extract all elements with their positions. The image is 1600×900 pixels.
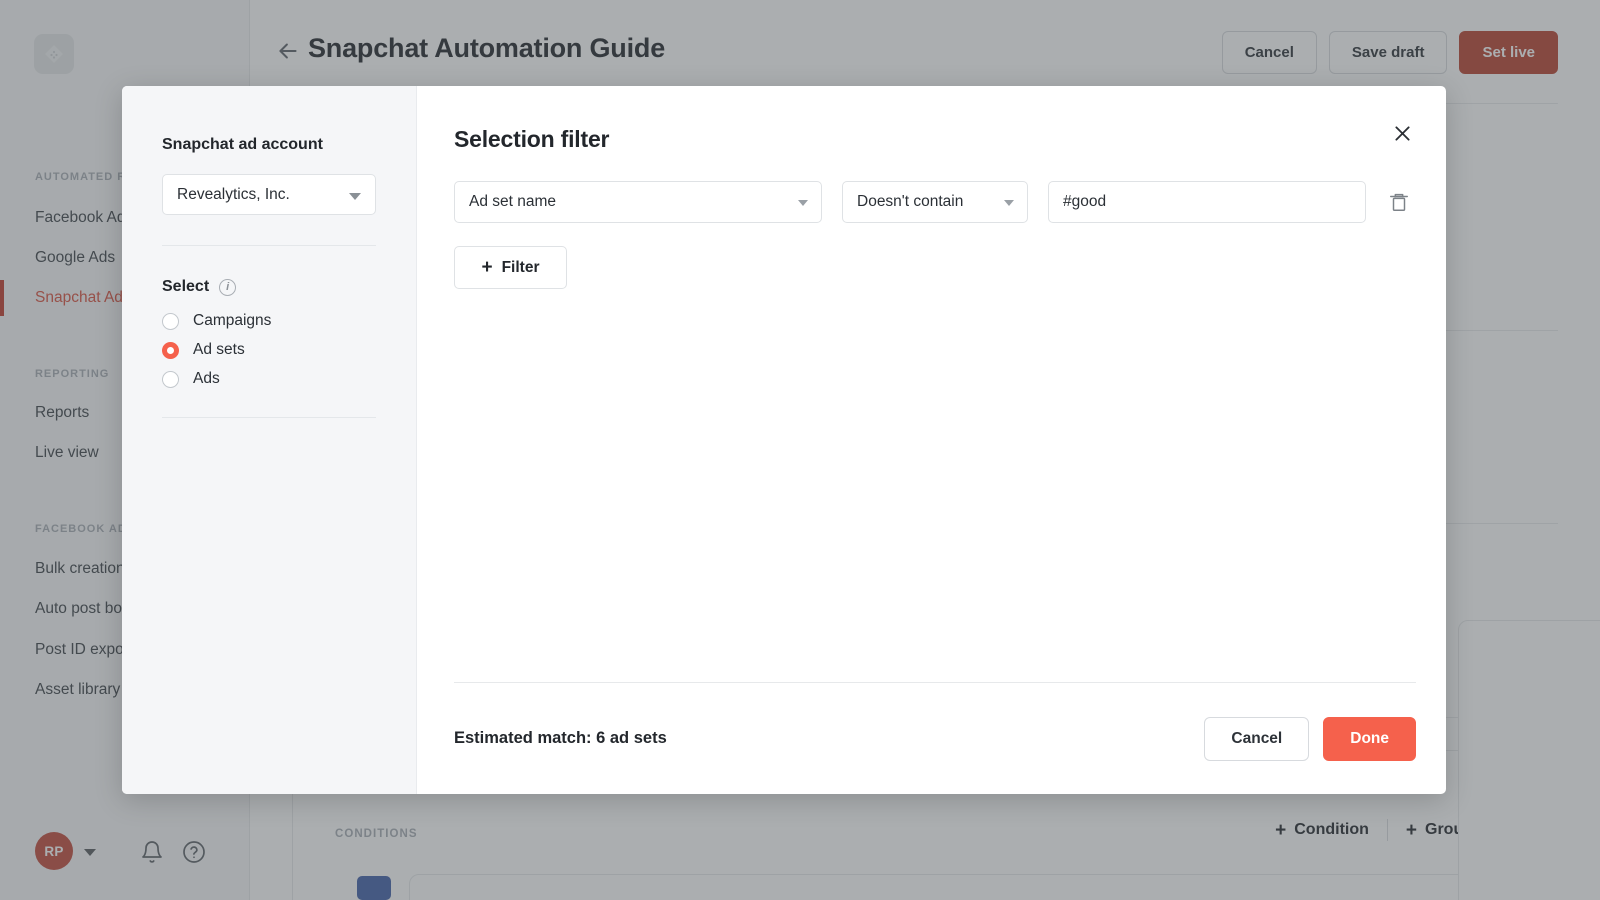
info-icon[interactable]: i xyxy=(219,278,237,296)
filter-operator-value: Doesn't contain xyxy=(857,193,964,210)
ad-account-select[interactable]: Revealytics, Inc. xyxy=(162,174,376,215)
radio-label: Campaigns xyxy=(193,312,272,329)
selection-filter-modal: Snapchat ad account Revealytics, Inc. Se… xyxy=(122,86,1446,794)
radio-option-campaigns[interactable]: Campaigns xyxy=(162,312,376,330)
chevron-down-icon xyxy=(349,192,361,200)
modal-cancel-button[interactable]: Cancel xyxy=(1204,716,1310,761)
radio-option-ads[interactable]: Ads xyxy=(162,370,376,388)
ad-account-label: Snapchat ad account xyxy=(162,136,323,153)
app-root: AUTOMATED RULES Facebook Ads Google Ads … xyxy=(0,0,1600,900)
divider xyxy=(162,245,376,246)
filter-dimension-value: Ad set name xyxy=(469,193,557,210)
radio-label: Ads xyxy=(193,370,220,387)
trash-icon[interactable] xyxy=(1388,190,1410,214)
chevron-down-icon xyxy=(1004,200,1014,206)
radio-label: Ad sets xyxy=(193,341,245,358)
select-label: Select xyxy=(162,278,210,295)
modal-title: Selection filter xyxy=(454,126,610,152)
modal-done-button[interactable]: Done xyxy=(1323,716,1416,761)
modal-content: Selection filter Ad set name Doesn't con… xyxy=(417,86,1446,794)
radio-indicator xyxy=(162,312,179,330)
add-filter-button[interactable]: + Filter xyxy=(454,246,567,289)
filter-value-text: #good xyxy=(1063,193,1107,210)
estimated-match-text: Estimated match: 6 ad sets xyxy=(454,729,667,747)
radio-indicator-selected xyxy=(162,341,179,359)
modal-footer-actions: Cancel Done xyxy=(1204,716,1416,761)
radio-indicator xyxy=(162,370,179,388)
radio-option-ad-sets[interactable]: Ad sets xyxy=(162,341,376,359)
chevron-down-icon xyxy=(798,200,808,206)
filter-value-input[interactable]: #good xyxy=(1048,181,1366,223)
filter-operator-select[interactable]: Doesn't contain xyxy=(842,181,1028,223)
plus-icon: + xyxy=(481,257,493,278)
select-header: Select i xyxy=(162,278,376,296)
ad-account-value: Revealytics, Inc. xyxy=(177,185,290,203)
divider xyxy=(162,417,376,418)
close-icon[interactable] xyxy=(1388,119,1416,147)
modal-footer: Estimated match: 6 ad sets Cancel Done xyxy=(454,682,1416,794)
filter-row: Ad set name Doesn't contain #good xyxy=(454,181,1410,223)
select-radio-group: Campaigns Ad sets Ads xyxy=(162,312,376,388)
filter-dimension-select[interactable]: Ad set name xyxy=(454,181,822,223)
modal-sidebar: Snapchat ad account Revealytics, Inc. Se… xyxy=(122,86,417,794)
add-filter-label: Filter xyxy=(501,258,540,276)
